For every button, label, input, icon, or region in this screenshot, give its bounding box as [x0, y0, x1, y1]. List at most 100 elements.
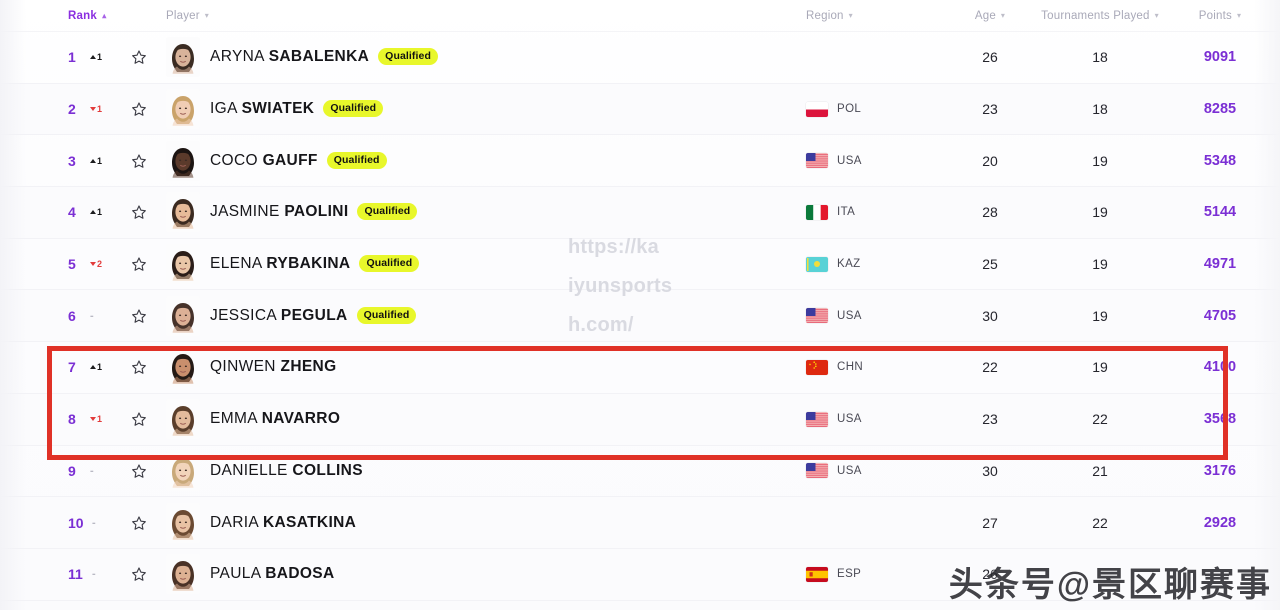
triangle-up-icon [90, 210, 96, 215]
chevron-up-icon: ▾ [101, 11, 107, 21]
age-value: 26 [982, 49, 998, 66]
player-cell[interactable]: IGA SWIATEK Qualified [160, 89, 800, 130]
rank-number: 5 [68, 256, 76, 273]
column-header-points-cell[interactable]: Points ▾ [1170, 10, 1280, 22]
tournaments-cell: 22 [1030, 515, 1170, 531]
star-icon[interactable] [131, 49, 147, 65]
column-header-rank-cell[interactable]: Rank ▾ [0, 10, 118, 22]
flag-icon-chn [806, 359, 837, 375]
table-row[interactable]: 7 1 QINWEN ZHENG CHN 22 19 4100 [0, 342, 1280, 394]
triangle-up-icon [90, 365, 96, 370]
tournaments-value: 18 [1092, 49, 1108, 66]
star-icon[interactable] [131, 359, 147, 375]
favorite-cell[interactable] [118, 49, 160, 65]
player-cell[interactable]: DANIELLE COLLINS [160, 450, 800, 491]
rank-cell: 9- [0, 463, 118, 479]
favorite-cell[interactable] [118, 101, 160, 117]
player-name[interactable]: DANIELLE COLLINS [210, 462, 363, 480]
column-header-region-cell[interactable]: Region ▾ [800, 10, 950, 22]
column-header-player[interactable]: Player ▾ [166, 10, 209, 22]
tournaments-cell: 19 [1030, 204, 1170, 220]
favorite-cell[interactable] [118, 411, 160, 427]
star-icon[interactable] [131, 256, 147, 272]
rank-change-flat: - [90, 309, 94, 322]
player-name[interactable]: IGA SWIATEK Qualified [210, 100, 384, 118]
table-row[interactable]: 1 1 ARYNA SABALENKA Qualified 26 18 9091 [0, 32, 1280, 84]
player-name[interactable]: ELENA RYBAKINA Qualified [210, 255, 420, 273]
player-name[interactable]: EMMA NAVARRO [210, 410, 340, 428]
column-header-tournaments[interactable]: Tournaments Played ▾ [1041, 10, 1159, 22]
table-row[interactable]: 8 1 EMMA NAVARRO USA 23 22 3568 [0, 393, 1280, 446]
table-row[interactable]: 2 1 IGA SWIATEK Qualified POL 23 18 8285 [0, 83, 1280, 136]
rank-cell: 10- [0, 515, 118, 531]
player-cell[interactable]: DARIA KASATKINA [160, 502, 800, 543]
favorite-cell[interactable] [118, 463, 160, 479]
rank-change-down: 2 [90, 259, 102, 269]
column-header-region[interactable]: Region ▾ [806, 10, 853, 22]
table-row[interactable]: 10- DARIA KASATKINA 27 22 2928 [0, 497, 1280, 549]
points-value: 8285 [1203, 101, 1237, 118]
rank-change-value: 1 [97, 52, 103, 63]
tournaments-value: 22 [1092, 514, 1108, 531]
rank-cell: 21 [0, 101, 118, 117]
star-icon[interactable] [131, 566, 147, 582]
avatar [166, 347, 210, 388]
avatar [166, 295, 210, 336]
player-name[interactable]: JASMINE PAOLINI Qualified [210, 203, 418, 221]
star-icon[interactable] [131, 463, 147, 479]
age-value: 30 [982, 462, 998, 479]
column-header-player-cell[interactable]: Player ▾ [160, 10, 800, 22]
star-icon[interactable] [131, 204, 147, 220]
player-cell[interactable]: COCO GAUFF Qualified [160, 140, 800, 181]
rank-cell: 11 [0, 49, 118, 65]
column-header-tournaments-cell[interactable]: Tournaments Played ▾ [1030, 10, 1170, 22]
rank-number: 11 [68, 566, 83, 583]
player-last-name: KASATKINA [262, 513, 357, 531]
star-icon[interactable] [131, 101, 147, 117]
avatar [166, 192, 210, 233]
player-name[interactable]: PAULA BADOSA [210, 565, 335, 583]
favorite-cell[interactable] [118, 566, 160, 582]
favorite-cell[interactable] [118, 359, 160, 375]
rank-cell: 52 [0, 256, 118, 272]
column-header-points[interactable]: Points ▾ [1199, 10, 1241, 22]
tournaments-cell: 21 [1030, 463, 1170, 479]
player-name[interactable]: QINWEN ZHENG [210, 358, 337, 376]
column-header-rank[interactable]: Rank ▾ [68, 10, 106, 22]
player-cell[interactable]: JASMINE PAOLINI Qualified [160, 192, 800, 233]
rank-number: 9 [68, 462, 76, 479]
star-icon[interactable] [131, 411, 147, 427]
player-name[interactable]: JESSICA PEGULA Qualified [210, 306, 417, 325]
chevron-down-icon: ▾ [1000, 10, 1006, 20]
table-row[interactable]: 3 1 COCO GAUFF Qualified USA 20 19 5348 [0, 135, 1280, 188]
column-header-age[interactable]: Age ▾ [975, 10, 1005, 22]
column-header-rank-label: Rank [68, 9, 97, 22]
age-cell: 25 [950, 256, 1030, 272]
flag-icon-usa [806, 411, 837, 427]
player-cell[interactable]: EMMA NAVARRO [160, 399, 800, 440]
star-icon[interactable] [131, 515, 147, 531]
player-cell[interactable]: ARYNA SABALENKA Qualified [160, 37, 800, 78]
favorite-cell[interactable] [118, 153, 160, 169]
favorite-cell[interactable] [118, 308, 160, 324]
player-cell[interactable]: PAULA BADOSA [160, 554, 800, 595]
player-name[interactable]: DARIA KASATKINA [210, 514, 356, 532]
points-value: 4971 [1203, 256, 1237, 273]
star-icon[interactable] [131, 308, 147, 324]
flag-icon-pol [806, 101, 837, 117]
rank-number: 10 [68, 514, 84, 531]
flag-icon-kaz [806, 256, 837, 272]
player-name[interactable]: ARYNA SABALENKA Qualified [210, 48, 438, 66]
player-cell[interactable]: QINWEN ZHENG [160, 347, 800, 388]
star-icon[interactable] [131, 153, 147, 169]
favorite-cell[interactable] [118, 515, 160, 531]
table-row[interactable]: 9- DANIELLE COLLINS USA 30 21 3176 [0, 446, 1280, 498]
age-value: 27 [982, 514, 998, 531]
favorite-cell[interactable] [118, 204, 160, 220]
favorite-cell[interactable] [118, 256, 160, 272]
player-name[interactable]: COCO GAUFF Qualified [210, 151, 387, 170]
column-header-region-label: Region [806, 9, 844, 22]
points-value: 4100 [1203, 359, 1237, 376]
column-header-age-cell[interactable]: Age ▾ [950, 10, 1030, 22]
avatar [166, 450, 210, 491]
